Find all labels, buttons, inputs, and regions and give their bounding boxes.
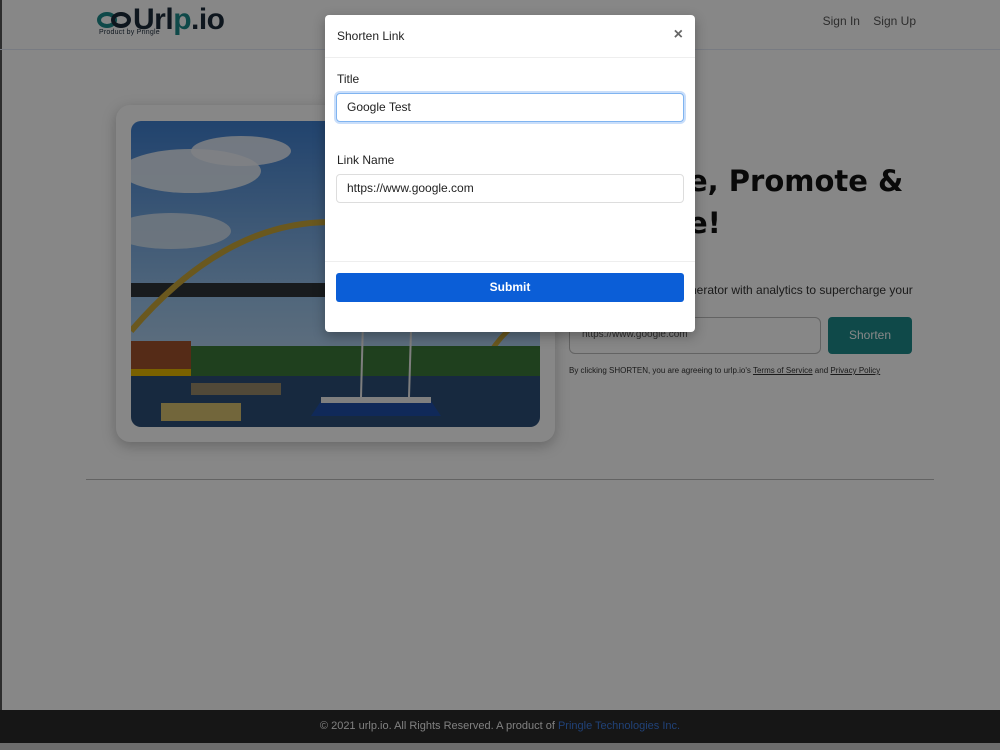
link-name-label: Link Name — [337, 153, 395, 167]
title-label: Title — [337, 72, 360, 86]
modal-title: Shorten Link — [337, 29, 405, 43]
submit-button[interactable]: Submit — [336, 273, 684, 302]
modal-footer-divider — [325, 261, 695, 262]
modal-header: Shorten Link × — [325, 15, 695, 58]
title-input[interactable]: Google Test — [336, 93, 684, 122]
close-icon[interactable]: × — [674, 26, 683, 44]
link-name-input[interactable]: https://www.google.com — [336, 174, 684, 203]
shorten-link-modal: Shorten Link × Title Google Test Link Na… — [325, 15, 695, 332]
